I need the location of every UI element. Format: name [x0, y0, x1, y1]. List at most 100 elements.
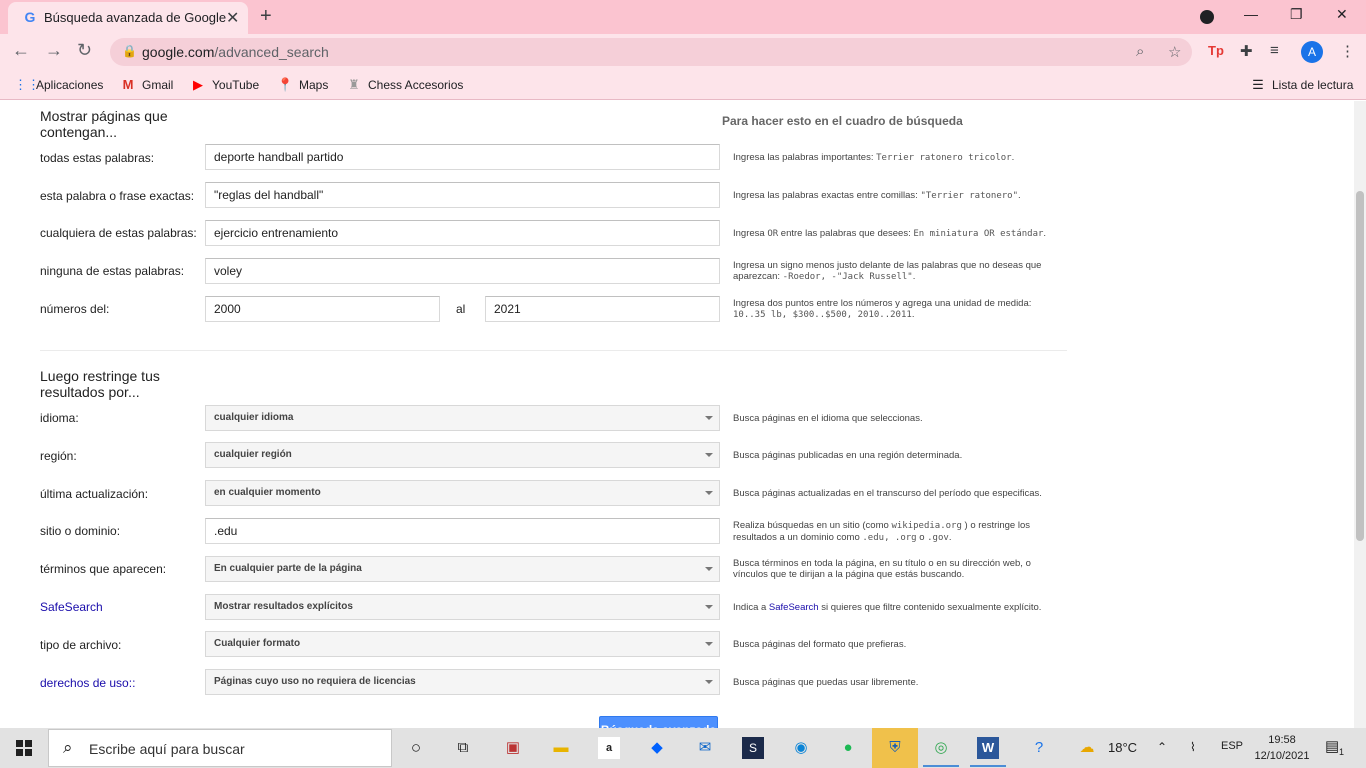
reading-list-button[interactable]: ☰ Lista de lectura: [1250, 77, 1353, 93]
google-favicon-icon: G: [24, 9, 36, 25]
tab-advanced-search[interactable]: G Búsqueda avanzada de Google ✕: [8, 2, 248, 34]
dropbox-icon[interactable]: ◆: [646, 737, 668, 759]
lock-icon: 🔒: [122, 44, 137, 58]
security-shield-icon[interactable]: ⛨: [884, 737, 906, 759]
hint-file-type: Busca páginas del formato que prefieras.: [733, 639, 907, 650]
bookmarks-bar: ⋮⋮Aplicaciones M Gmail ▶ YouTube 📍 Maps ♜ Ch…: [0, 70, 1366, 100]
minimize-icon[interactable]: —: [1244, 6, 1258, 22]
exact-phrase-input[interactable]: [205, 182, 720, 208]
none-words-input[interactable]: [205, 258, 720, 284]
site-domain-input[interactable]: [205, 518, 720, 544]
last-update-select[interactable]: en cualquier momento: [205, 480, 720, 506]
close-window-icon[interactable]: ✕: [1336, 6, 1348, 23]
range-from-input[interactable]: [205, 296, 440, 322]
notifications-icon[interactable]: ▤: [1325, 737, 1339, 755]
weather-icon[interactable]: ☁: [1076, 737, 1098, 759]
label-site-domain: sitio o dominio:: [40, 524, 121, 538]
bookmark-chess[interactable]: ♜ Chess Accesorios: [346, 77, 463, 93]
clock-date: 12/10/2021: [1254, 750, 1310, 762]
notification-count: 1: [1339, 747, 1345, 757]
app-s-icon[interactable]: S: [742, 737, 764, 759]
bookmark-gmail[interactable]: M Gmail: [120, 77, 174, 92]
language-select[interactable]: cualquier idioma: [205, 405, 720, 431]
windows-taskbar: ⌕ Escribe aquí para buscar ○ ⧉ ▣ ▬ a ◆ ✉…: [0, 728, 1366, 768]
tab-search-icon[interactable]: [1200, 10, 1214, 24]
hint-number-range: Ingresa dos puntos entre los números y a…: [733, 298, 1032, 320]
hint-language: Busca páginas en el idioma que seleccion…: [733, 413, 923, 424]
task-view-icon[interactable]: ⧉: [452, 737, 474, 759]
taskbar-search-placeholder: Escribe aquí para buscar: [89, 741, 245, 757]
media-control-icon[interactable]: ≡: [1270, 42, 1279, 59]
temperature[interactable]: 18°C: [1108, 740, 1137, 755]
tp-extension-icon[interactable]: Tp: [1208, 43, 1224, 58]
back-icon[interactable]: ←: [12, 40, 30, 61]
label-region: región:: [40, 449, 77, 463]
input-language[interactable]: ESP: [1221, 740, 1243, 752]
restore-icon[interactable]: ❐: [1290, 6, 1303, 23]
range-to-input[interactable]: [485, 296, 720, 322]
label-file-type: tipo de archivo:: [40, 638, 122, 652]
hint-none-words: Ingresa un signo menos justo delante de …: [733, 260, 1042, 282]
wifi-icon[interactable]: ⌇: [1190, 740, 1196, 754]
reload-icon[interactable]: ↻: [77, 40, 92, 61]
terms-appear-select[interactable]: En cualquier parte de la página: [205, 556, 720, 582]
safesearch-link[interactable]: SafeSearch: [40, 600, 103, 614]
taskbar-search-box[interactable]: ⌕ Escribe aquí para buscar: [48, 729, 392, 767]
usage-rights-select[interactable]: Páginas cuyo uso no requiera de licencia…: [205, 669, 720, 695]
label-last-update: última actualización:: [40, 487, 149, 501]
hint-column-heading: Para hacer esto en el cuadro de búsqueda: [722, 114, 963, 128]
hint-last-update: Busca páginas actualizadas en el transcu…: [733, 488, 1042, 499]
zoom-icon[interactable]: ⌕: [1136, 43, 1144, 60]
profile-avatar[interactable]: A: [1301, 41, 1323, 63]
maps-pin-icon: 📍: [277, 77, 294, 92]
chevron-up-icon[interactable]: ⌃: [1157, 740, 1167, 754]
dropdown-arrow-icon: [705, 453, 713, 457]
all-words-input[interactable]: [205, 144, 720, 170]
word-icon[interactable]: W: [977, 737, 999, 759]
forward-icon[interactable]: →: [45, 40, 63, 61]
amazon-icon[interactable]: a: [598, 737, 620, 759]
windows-start-icon[interactable]: [16, 740, 32, 756]
section-divider: [40, 350, 1067, 351]
edge-icon[interactable]: ◉: [790, 737, 812, 759]
page-scrollbar[interactable]: [1354, 101, 1366, 728]
scrollbar-thumb[interactable]: [1356, 191, 1364, 541]
browser-toolbar: ← → ↻ 🔒 google.com/advanced_search ⌕ ☆ T…: [0, 34, 1366, 70]
hint-exact-phrase: Ingresa las palabras exactas entre comil…: [733, 190, 1021, 201]
new-tab-button[interactable]: +: [260, 5, 272, 28]
close-tab-icon[interactable]: ✕: [226, 8, 239, 28]
cortana-icon[interactable]: ○: [405, 737, 427, 759]
file-type-select[interactable]: Cualquier formato: [205, 631, 720, 657]
dropdown-arrow-icon: [705, 491, 713, 495]
hint-region: Busca páginas publicadas en una región d…: [733, 450, 963, 461]
advanced-search-button[interactable]: Búsqueda avanzada: [599, 716, 718, 728]
word-running-indicator: [970, 765, 1006, 767]
menu-kebab-icon[interactable]: ⋮: [1340, 42, 1355, 60]
region-select[interactable]: cualquier región: [205, 442, 720, 468]
file-explorer-icon[interactable]: ▬: [550, 737, 572, 759]
apps-grid-icon: ⋮⋮: [14, 77, 40, 92]
mail-icon[interactable]: ✉: [694, 737, 716, 759]
clock[interactable]: 19:58 12/10/2021: [1252, 732, 1312, 764]
bookmark-youtube[interactable]: ▶ YouTube: [190, 77, 259, 93]
store-icon[interactable]: ▣: [502, 737, 524, 759]
address-bar[interactable]: 🔒 google.com/advanced_search ⌕ ☆: [110, 38, 1192, 66]
label-exact-phrase: esta palabra o frase exactas:: [40, 189, 195, 203]
help-icon[interactable]: ?: [1028, 737, 1050, 759]
extensions-puzzle-icon[interactable]: ✚: [1240, 42, 1253, 60]
usage-rights-link[interactable]: derechos de uso::: [40, 676, 135, 690]
gmail-icon: M: [122, 77, 134, 92]
safesearch-select[interactable]: Mostrar resultados explícitos: [205, 594, 720, 620]
advanced-search-page: Mostrar páginas que contengan... Para ha…: [0, 101, 1354, 728]
bookmark-star-icon[interactable]: ☆: [1168, 43, 1181, 61]
dropdown-arrow-icon: [705, 680, 713, 684]
hint-usage-rights: Busca páginas que puedas usar libremente…: [733, 677, 919, 688]
chrome-icon[interactable]: ◎: [930, 737, 952, 759]
any-words-input[interactable]: [205, 220, 720, 246]
bookmark-maps[interactable]: 📍 Maps: [277, 77, 328, 93]
dropdown-arrow-icon: [705, 642, 713, 646]
hint-any-words: Ingresa OR entre las palabras que desees…: [733, 228, 1047, 239]
bookmark-apps[interactable]: ⋮⋮Aplicaciones: [14, 77, 103, 93]
safesearch-hint-link[interactable]: SafeSearch: [769, 602, 819, 613]
spotify-icon[interactable]: ●: [837, 737, 859, 759]
